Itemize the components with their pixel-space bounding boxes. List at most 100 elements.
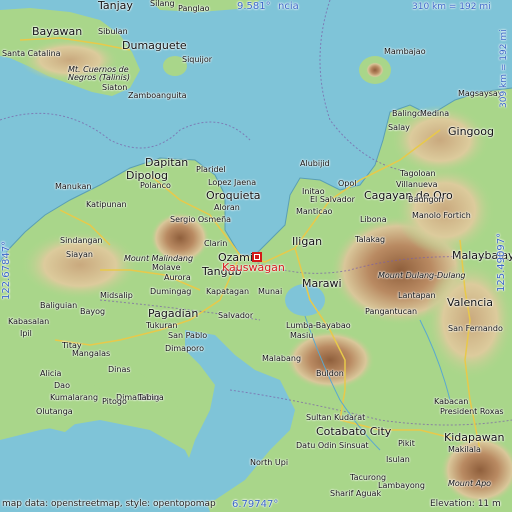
city-label[interactable]: Tagoloan: [400, 170, 436, 178]
highlighted-place-label[interactable]: Kauswagan: [222, 262, 285, 273]
map-credit: map data: openstreetmap, style: opentopo…: [2, 499, 216, 509]
city-label[interactable]: Valencia: [447, 297, 493, 308]
city-label[interactable]: Siaton: [102, 84, 127, 92]
mountain-label[interactable]: Mount Malindang: [124, 255, 193, 263]
city-label[interactable]: San Fernando: [448, 325, 503, 333]
city-label[interactable]: Kabacan: [434, 398, 468, 406]
city-label[interactable]: Buldon: [316, 370, 344, 378]
city-label[interactable]: Tukuran: [146, 322, 177, 330]
city-label[interactable]: Munai: [258, 288, 282, 296]
city-label[interactable]: Katipunan: [86, 201, 127, 209]
city-label[interactable]: Lantapan: [398, 292, 436, 300]
city-label[interactable]: Zamboanguita: [128, 92, 187, 100]
city-label[interactable]: Medina: [420, 110, 449, 118]
kitanglad-range: [395, 165, 495, 255]
city-label[interactable]: Libona: [360, 216, 387, 224]
city-label[interactable]: Salay: [388, 124, 410, 132]
city-label[interactable]: San Pablo: [168, 332, 207, 340]
city-label[interactable]: Iligan: [292, 236, 322, 247]
city-label[interactable]: Kapatagan: [206, 288, 249, 296]
city-label[interactable]: Dimaporo: [165, 345, 204, 353]
city-label[interactable]: Aurora: [164, 274, 191, 282]
city-label[interactable]: Pikit: [398, 440, 415, 448]
city-label[interactable]: Ipil: [20, 330, 32, 338]
city-label[interactable]: Salvador: [218, 312, 253, 320]
city-label[interactable]: Dao: [54, 382, 70, 390]
city-label[interactable]: Opol: [338, 180, 357, 188]
city-label[interactable]: Mangalas: [72, 350, 110, 358]
city-label[interactable]: Dapitan: [145, 157, 188, 168]
city-label[interactable]: Panglao: [178, 5, 210, 13]
city-label[interactable]: Manukan: [55, 183, 91, 191]
coordinate-right: 125.49097°: [496, 232, 507, 292]
city-label[interactable]: Sultan Kudarat: [306, 414, 365, 422]
city-label[interactable]: Siquijor: [182, 56, 212, 64]
city-label[interactable]: Dinas: [108, 366, 131, 374]
city-label[interactable]: Molave: [152, 264, 181, 272]
city-label[interactable]: Clarin: [204, 240, 227, 248]
city-label[interactable]: Kumalarang: [50, 394, 98, 402]
city-label[interactable]: Manolo Fortich: [412, 212, 471, 220]
city-label[interactable]: Titay: [62, 342, 82, 350]
city-label[interactable]: Sibulan: [98, 28, 128, 36]
city-label[interactable]: Sindangan: [60, 237, 102, 245]
city-label[interactable]: Siayan: [66, 251, 93, 259]
city-label[interactable]: Alicia: [40, 370, 61, 378]
city-label[interactable]: Sergio Osmeña: [170, 216, 231, 224]
city-label[interactable]: Kidapawan: [444, 432, 504, 443]
city-label[interactable]: Santa Catalina: [2, 50, 61, 58]
city-label[interactable]: President Roxas: [440, 408, 504, 416]
city-label[interactable]: Bayawan: [32, 26, 82, 37]
horizontal-scale: 310 km = 192 mi: [412, 2, 491, 12]
city-label[interactable]: Malabang: [262, 355, 301, 363]
city-label[interactable]: Oroquieta: [206, 190, 261, 201]
city-label[interactable]: Masiu: [290, 332, 313, 340]
city-label[interactable]: Kabasalan: [8, 318, 49, 326]
city-label[interactable]: Pangantucan: [365, 308, 417, 316]
city-label[interactable]: Manticao: [296, 208, 332, 216]
city-label[interactable]: Bayog: [80, 308, 105, 316]
city-label[interactable]: Plaridel: [196, 166, 226, 174]
city-label[interactable]: Olutanga: [36, 408, 73, 416]
city-label[interactable]: Tacurong: [350, 474, 386, 482]
coordinate-top: 9.581°: [237, 1, 271, 12]
city-label[interactable]: Datu Odin Sinsuat: [296, 442, 369, 450]
mountain-label[interactable]: Mount Dulang-Dulang: [378, 272, 466, 280]
city-label[interactable]: Alubijid: [300, 160, 330, 168]
city-label[interactable]: Baliguian: [40, 302, 77, 310]
city-label[interactable]: Silang: [150, 0, 175, 8]
city-label[interactable]: El Salvador: [310, 196, 355, 204]
city-label[interactable]: Cotabato City: [316, 426, 391, 437]
city-label[interactable]: Aloran: [214, 204, 240, 212]
city-label[interactable]: Magsaysay: [458, 90, 503, 98]
city-label[interactable]: Makilala: [448, 446, 481, 454]
city-label[interactable]: North Upi: [250, 459, 288, 467]
elevation-partial: Elevation: 11 m: [430, 499, 501, 509]
city-label[interactable]: Midsalip: [100, 292, 133, 300]
city-label[interactable]: Lumba-Bayabao: [286, 322, 351, 330]
camiguin-peak: [366, 62, 384, 78]
city-label[interactable]: Pitogo: [102, 398, 127, 406]
city-label[interactable]: Lambayong: [378, 482, 425, 490]
city-label[interactable]: Lopez Jaena: [208, 179, 256, 187]
coordinate-top-partial: ncia: [278, 1, 299, 12]
city-label[interactable]: Villanueva: [396, 181, 438, 189]
mountain-label[interactable]: Mt. Cuernos de Negros (Talinis): [68, 66, 158, 82]
vertical-scale: 309 km = 192 mi: [499, 29, 509, 108]
city-label[interactable]: Gingoog: [448, 126, 494, 137]
city-label[interactable]: Tabina: [138, 394, 164, 402]
city-label[interactable]: Dipolog: [126, 170, 168, 181]
city-label[interactable]: Mambajao: [384, 48, 426, 56]
mountain-label[interactable]: Mount Apo: [448, 480, 491, 488]
city-label[interactable]: Pagadian: [148, 308, 198, 319]
city-label[interactable]: Marawi: [302, 278, 342, 289]
city-label[interactable]: Polanco: [140, 182, 171, 190]
city-label[interactable]: Talakag: [355, 236, 385, 244]
city-label[interactable]: Sharif Aguak: [330, 490, 381, 498]
city-label[interactable]: Baungon: [408, 196, 444, 204]
city-label[interactable]: Dumaguete: [122, 40, 187, 51]
coordinate-bottom: 6.79747°: [232, 499, 279, 510]
city-label[interactable]: Isulan: [386, 456, 410, 464]
city-label[interactable]: Dumingag: [150, 288, 191, 296]
city-label[interactable]: Tanjay: [98, 0, 133, 11]
